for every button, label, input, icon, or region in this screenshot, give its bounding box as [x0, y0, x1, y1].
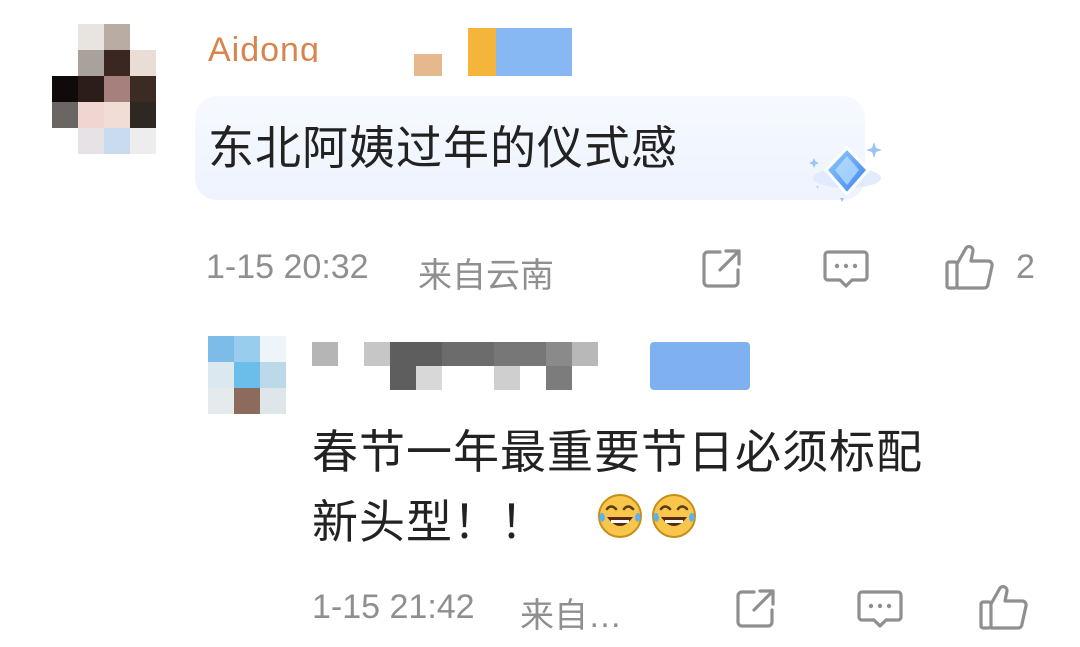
thumbs-up-icon[interactable]: [944, 242, 996, 292]
reply-avatar[interactable]: [208, 336, 288, 416]
thumbs-up-icon[interactable]: [978, 582, 1030, 632]
laughing-tears-emoji: [596, 492, 644, 540]
redacted-badge: [414, 54, 442, 76]
comment-time: 1-15 20:32: [206, 248, 369, 286]
share-icon[interactable]: [698, 244, 746, 292]
comment-icon[interactable]: [856, 584, 904, 632]
redacted-badge: [650, 342, 750, 390]
like-count: 2: [1016, 248, 1035, 286]
reply-text-line2: 新头型！！: [312, 495, 547, 549]
redacted-badge: [496, 28, 572, 76]
diamond-badge-icon: [800, 136, 890, 206]
username[interactable]: Aidong: [208, 28, 320, 62]
reply-location: 来自…: [520, 597, 622, 635]
avatar[interactable]: [52, 24, 156, 156]
comment-location: 来自云南: [418, 257, 554, 295]
laughing-tears-emoji: [650, 492, 698, 540]
comment-item: Aidong 东北阿姨过年的仪式感 1-15 20:32 来自云南 2: [0, 0, 1080, 300]
comment-icon[interactable]: [822, 244, 870, 292]
reply-text-line1: 春节一年最重要节日必须标配: [312, 425, 923, 479]
comment-text: 东北阿姨过年的仪式感: [208, 121, 678, 175]
share-icon[interactable]: [732, 584, 780, 632]
redacted-username: [312, 342, 338, 366]
reply-time: 1-15 21:42: [312, 588, 475, 626]
redacted-badge: [468, 28, 496, 76]
reply-item: 春节一年最重要节日必须标配 新头型！！ 1-15 21:42 来自…: [0, 320, 1080, 647]
